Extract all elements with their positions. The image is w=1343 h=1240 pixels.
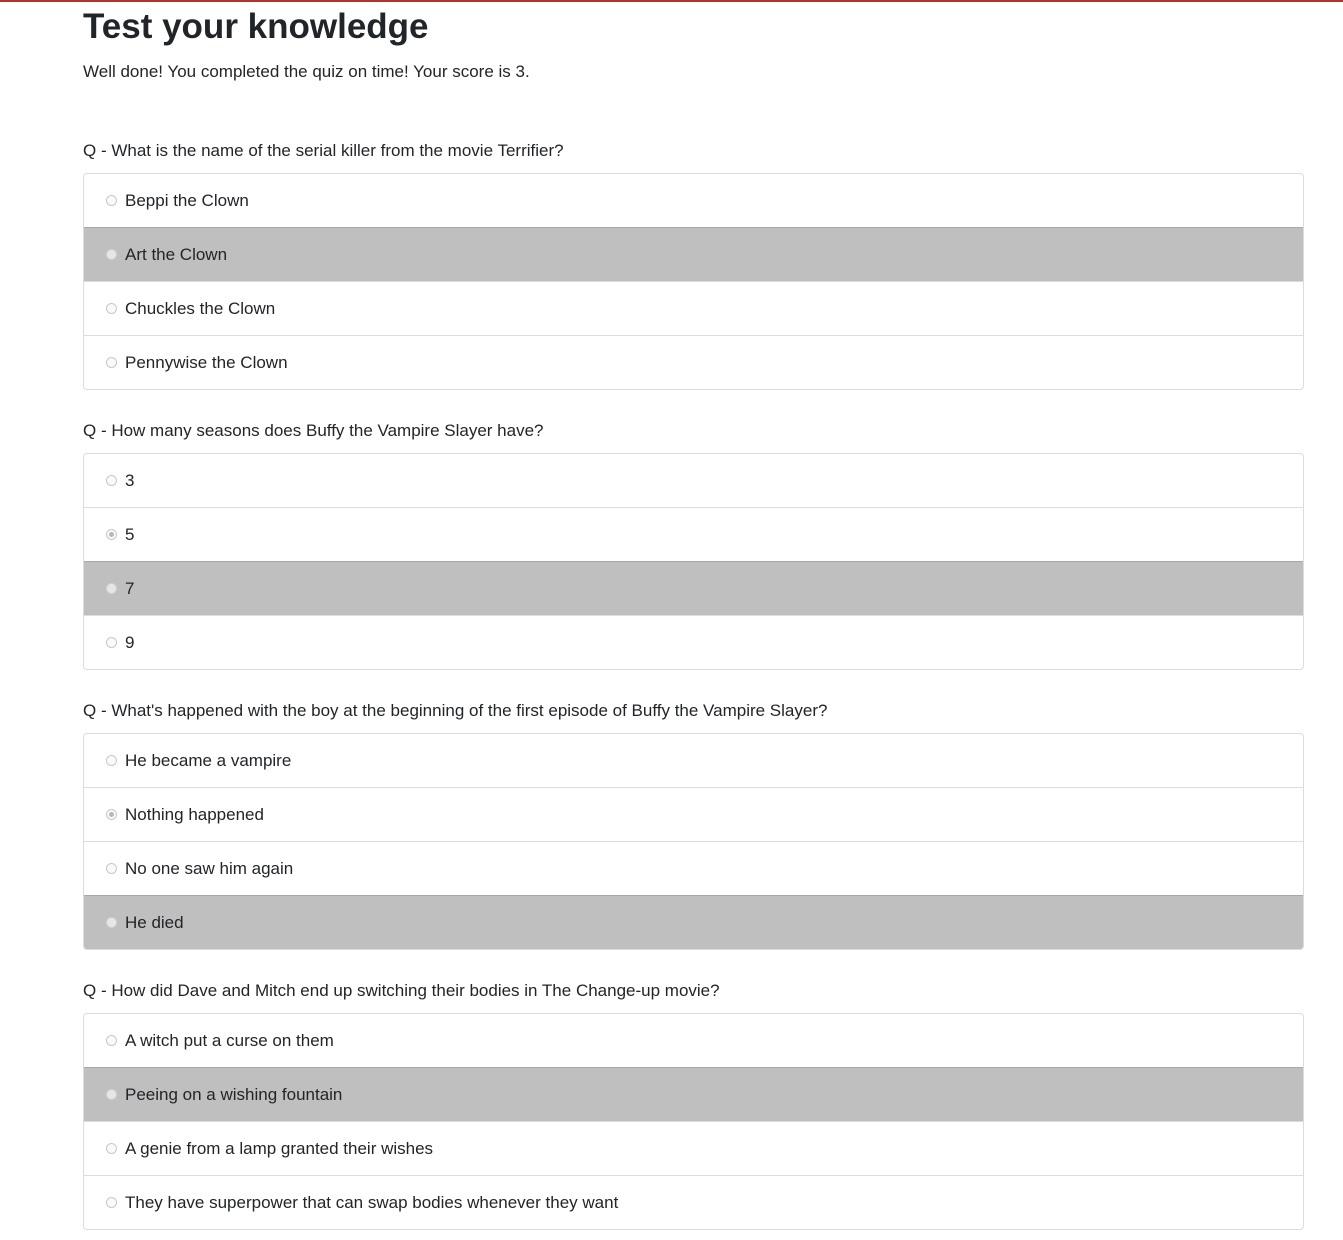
answer-option[interactable]: A witch put a curse on them: [84, 1014, 1303, 1067]
question-block: Q - How did Dave and Mitch end up switch…: [83, 979, 1304, 1230]
radio-icon[interactable]: [106, 475, 117, 486]
answer-option[interactable]: Chuckles the Clown: [84, 281, 1303, 335]
answer-list: He became a vampire Nothing happened No on…: [83, 733, 1304, 950]
radio-icon[interactable]: [106, 249, 117, 260]
answer-label: Beppi the Clown: [125, 190, 249, 210]
question-block: Q - What is the name of the serial kille…: [83, 139, 1304, 390]
answer-option[interactable]: Nothing happened: [84, 787, 1303, 841]
answer-label: He became a vampire: [125, 750, 292, 770]
radio-icon[interactable]: [106, 1197, 117, 1208]
question-list: Q - What is the name of the serial kille…: [83, 139, 1304, 1230]
answer-label: 9: [125, 632, 135, 652]
answer-option[interactable]: 5: [84, 507, 1303, 561]
answer-label: Art the Clown: [125, 244, 228, 264]
radio-icon[interactable]: [106, 357, 117, 368]
answer-label: 5: [125, 524, 135, 544]
radio-icon[interactable]: [106, 863, 117, 874]
answer-option[interactable]: 3: [84, 454, 1303, 507]
question-text: Q - How many seasons does Buffy the Vamp…: [83, 421, 544, 440]
answer-list: A witch put a curse on them Peeing on a w…: [83, 1013, 1304, 1230]
answer-label: Nothing happened: [125, 804, 264, 824]
answer-option-correct[interactable]: 7: [84, 561, 1303, 615]
radio-icon[interactable]: [106, 1143, 117, 1154]
answer-option-correct[interactable]: Peeing on a wishing fountain: [84, 1067, 1303, 1121]
radio-icon[interactable]: [106, 1089, 117, 1100]
question-block: Q - What's happened with the boy at the …: [83, 699, 1304, 950]
question-block: Q - How many seasons does Buffy the Vamp…: [83, 419, 1304, 670]
answer-option-correct[interactable]: Art the Clown: [84, 227, 1303, 281]
answer-label: Chuckles the Clown: [125, 298, 276, 318]
answer-label: He died: [125, 912, 184, 932]
radio-icon[interactable]: [106, 917, 117, 928]
answer-label: Peeing on a wishing fountain: [125, 1084, 343, 1104]
answer-label: Pennywise the Clown: [125, 352, 288, 372]
quiz-container: Test your knowledge Well done! You compl…: [83, 2, 1304, 1230]
answer-option[interactable]: They have superpower that can swap bodie…: [84, 1175, 1303, 1229]
answer-list: Beppi the Clown Art the Clown Chuckles the…: [83, 173, 1304, 390]
radio-icon[interactable]: [106, 583, 117, 594]
radio-icon[interactable]: [106, 303, 117, 314]
radio-checked-icon[interactable]: [106, 529, 117, 540]
radio-icon[interactable]: [106, 1035, 117, 1046]
question-text: Q - What's happened with the boy at the …: [83, 701, 828, 720]
radio-icon[interactable]: [106, 755, 117, 766]
answer-label: A witch put a curse on them: [125, 1030, 334, 1050]
answer-option[interactable]: Beppi the Clown: [84, 174, 1303, 227]
radio-icon[interactable]: [106, 637, 117, 648]
page-title: Test your knowledge: [83, 7, 429, 46]
answer-label: 7: [125, 578, 135, 598]
answer-option-correct[interactable]: He died: [84, 895, 1303, 949]
answer-label: No one saw him again: [125, 858, 294, 878]
answer-label: 3: [125, 470, 135, 490]
radio-icon[interactable]: [106, 195, 117, 206]
answer-list: 3 5 7 9: [83, 453, 1304, 670]
answer-option[interactable]: No one saw him again: [84, 841, 1303, 895]
question-text: Q - How did Dave and Mitch end up switch…: [83, 981, 720, 1000]
radio-checked-icon[interactable]: [106, 809, 117, 820]
answer-option[interactable]: He became a vampire: [84, 734, 1303, 787]
answer-option[interactable]: 9: [84, 615, 1303, 669]
answer-label: A genie from a lamp granted their wishes: [125, 1138, 434, 1158]
question-text: Q - What is the name of the serial kille…: [83, 141, 564, 160]
quiz-result-message: Well done! You completed the quiz on tim…: [83, 62, 530, 81]
answer-label: They have superpower that can swap bodie…: [125, 1192, 619, 1212]
answer-option[interactable]: Pennywise the Clown: [84, 335, 1303, 389]
answer-option[interactable]: A genie from a lamp granted their wishes: [84, 1121, 1303, 1175]
